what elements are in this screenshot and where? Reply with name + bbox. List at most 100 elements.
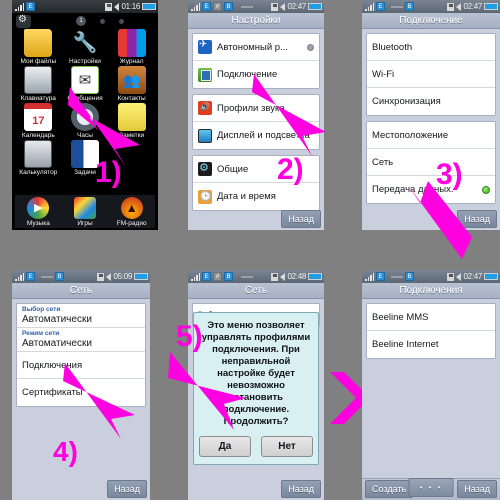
app-item[interactable]: 17 Календарь: [15, 103, 62, 139]
page-dot[interactable]: [100, 18, 105, 24]
list-item-label: Подключение: [217, 69, 278, 80]
display-icon: [198, 128, 212, 143]
list-item-label: Синхронизация: [372, 96, 441, 107]
app-item[interactable]: Журнал: [108, 29, 155, 65]
dock-item[interactable]: ▲ FM-радио: [108, 197, 155, 227]
dialog-buttons: Да Нет: [199, 436, 313, 457]
step-number-3: 3): [436, 158, 463, 191]
dock-item[interactable]: Игры: [62, 197, 109, 227]
back-softkey[interactable]: Назад: [107, 480, 147, 498]
calendar-icon: 17: [24, 103, 53, 131]
page-title: Подключение: [362, 13, 500, 29]
list-item-label: Профили звука: [217, 102, 285, 114]
options-softkey[interactable]: • • •: [408, 478, 454, 497]
page-dot[interactable]: [119, 18, 124, 24]
page-indicator: 1: [76, 16, 124, 26]
list-item-label: Сертификаты: [22, 387, 83, 398]
lock-icon: [271, 2, 279, 11]
speaker-icon: [280, 272, 286, 281]
list-item-bluetooth[interactable]: Bluetooth: [367, 34, 495, 61]
gear-icon[interactable]: [16, 14, 31, 28]
signal-icon: [191, 272, 200, 281]
list-item-label: Местоположение: [372, 129, 449, 141]
list-group: Местоположение Сеть Передача данных.: [366, 121, 496, 204]
status-bar: E # B 02:48: [188, 270, 324, 283]
speaker-icon: [456, 2, 462, 11]
divider-icon: [391, 275, 403, 278]
app-item[interactable]: 👥 Контакты: [108, 66, 155, 102]
list-item-location[interactable]: Местоположение: [367, 122, 495, 149]
dialpad-icon: [24, 66, 53, 94]
battery-icon: [308, 3, 322, 10]
edge-icon: E: [26, 272, 35, 281]
edge-icon: E: [26, 2, 35, 11]
list-item-network-selection[interactable]: Выбор сети Автоматически: [17, 304, 145, 328]
list-item-beeline-mms[interactable]: Beeline MMS: [367, 304, 495, 331]
status-clock: 02:47: [463, 272, 482, 281]
signal-icon: [365, 2, 374, 11]
dialog-cancel-button[interactable]: Нет: [261, 436, 313, 457]
lock-icon: [447, 272, 455, 281]
settings-list: Автономный р... Подключение Профили звук…: [188, 29, 324, 220]
list-item-wifi[interactable]: Wi-Fi: [367, 61, 495, 88]
app-item[interactable]: ✉ Сообщения: [62, 66, 109, 102]
speaker-icon: [106, 272, 112, 281]
list-item-network[interactable]: Сеть: [367, 149, 495, 176]
battery-icon: [484, 3, 498, 10]
phone-panel-network: E B 05:09 Сеть Выбор сети Автоматически: [12, 270, 150, 500]
signal-icon: [15, 2, 24, 11]
step-number-5: 5): [176, 320, 203, 353]
dock-item[interactable]: ▶ Музыка: [15, 197, 62, 227]
app-item[interactable]: Калькулятор: [15, 140, 62, 176]
back-softkey[interactable]: Назад: [457, 210, 497, 228]
app-item[interactable]: Клавиатура: [15, 66, 62, 102]
list-item-connections[interactable]: Подключения: [17, 352, 145, 379]
music-icon: ▶: [27, 197, 50, 219]
list-group: Beeline MMS Beeline Internet: [366, 303, 496, 359]
network-icon: #: [213, 2, 222, 11]
back-softkey[interactable]: Назад: [281, 480, 321, 498]
phone-panel-settings: E # B 02:47 Настройки Автономный р...: [188, 0, 324, 230]
list-item-label: Дисплей и подсветка: [217, 130, 310, 141]
phone-panel-connections-list: E B 02:47 Подключения Beeline MMS Beelin…: [362, 270, 500, 500]
step-number-2: 2): [277, 153, 304, 186]
toggle-indicator[interactable]: [307, 43, 314, 51]
list-item-airplane-mode[interactable]: Автономный р...: [193, 34, 319, 61]
back-softkey[interactable]: Назад: [457, 480, 497, 498]
app-item[interactable]: Часы: [62, 103, 109, 139]
app-item[interactable]: Мои файлы: [15, 29, 62, 65]
app-item[interactable]: 🔧 Настройки: [62, 29, 109, 65]
page-title: Настройки: [188, 13, 324, 29]
list-item-display[interactable]: Дисплей и подсветка: [193, 122, 319, 149]
dock-label: Игры: [77, 220, 93, 227]
list-item-beeline-internet[interactable]: Beeline Internet: [367, 331, 495, 358]
list-item-datetime[interactable]: Дата и время: [193, 183, 319, 210]
status-indicator: [482, 185, 490, 194]
phone-panel-connection: E B 02:47 Подключение Bluetooth Wi-Fi Си…: [362, 0, 500, 230]
list-item-label: Beeline Internet: [372, 339, 439, 350]
status-clock: 05:09: [113, 272, 132, 281]
back-softkey[interactable]: Назад: [281, 210, 321, 228]
list-group: Bluetooth Wi-Fi Синхронизация: [366, 33, 496, 116]
list-item-data-transfer[interactable]: Передача данных.: [367, 176, 495, 203]
list-item-sublabel: Выбор сети: [22, 306, 61, 313]
page-dot-active[interactable]: 1: [76, 16, 86, 26]
folder-icon: [24, 29, 53, 57]
list-item-certificates[interactable]: Сертификаты: [17, 379, 145, 406]
bluetooth-icon: B: [405, 272, 414, 281]
dialog-confirm-button[interactable]: Да: [199, 436, 251, 457]
list-item-connection[interactable]: Подключение: [193, 61, 319, 88]
list-item-label: Автономный р...: [217, 41, 288, 53]
speaker-icon: [456, 272, 462, 281]
app-grid: Мои файлы 🔧 Настройки Журнал Клавиатура …: [12, 29, 158, 176]
list-item-sound-profiles[interactable]: Профили звука: [193, 95, 319, 122]
create-softkey[interactable]: Создать: [365, 480, 414, 498]
list-item-network-mode[interactable]: Режим сети Автоматически: [17, 328, 145, 352]
app-label: Календарь: [21, 132, 55, 139]
dialog-message: Это меню позволяет управлять профилями п…: [201, 320, 311, 427]
list-item-sync[interactable]: Синхронизация: [367, 88, 495, 115]
app-item[interactable]: Заметки: [108, 103, 155, 139]
list-item-value: Автоматически: [22, 338, 92, 349]
list-item-value: Автоматически: [22, 314, 92, 325]
call-log-icon: [117, 29, 146, 57]
